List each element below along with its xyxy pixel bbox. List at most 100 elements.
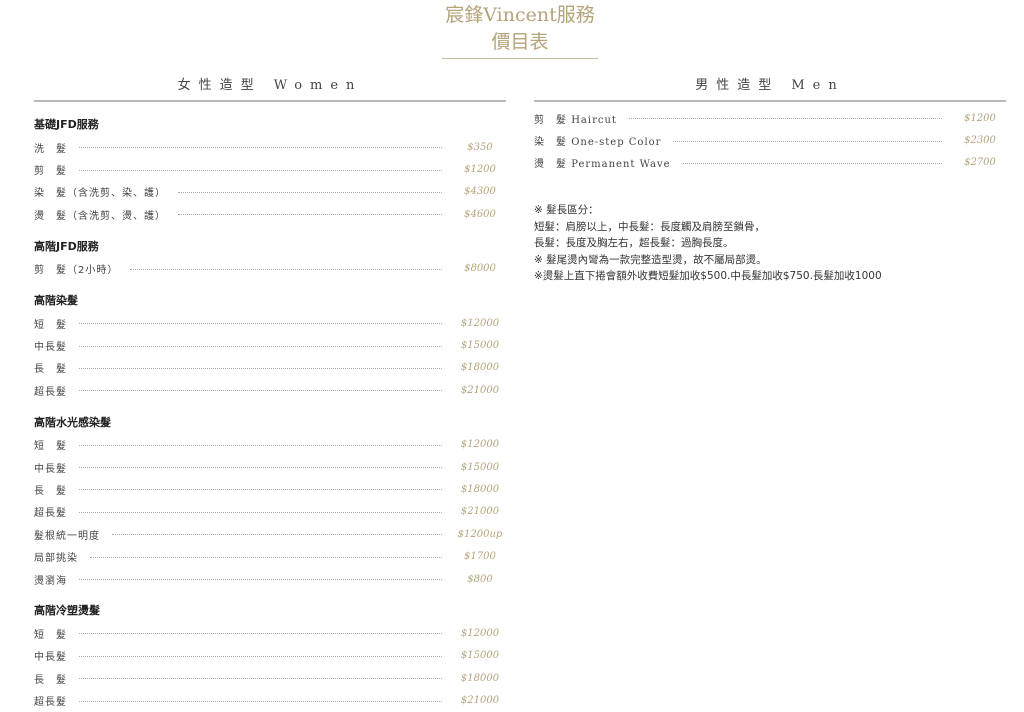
service-name: 燙 髮（含洗剪、燙、護） — [34, 210, 166, 222]
men-heading-divider — [534, 100, 1006, 102]
dotted-leader — [79, 444, 442, 446]
service-price: $1200up — [457, 528, 503, 540]
service-name: 局部挑染 — [34, 553, 78, 565]
service-name-en: Permanent Wave — [571, 159, 671, 171]
service-group: 高階冷塑燙髮短 髮 $12000 中長髮 $15000 長 髮 $18000 超長髮 $210… — [34, 600, 506, 712]
price-list-title: 價目表 — [491, 31, 549, 53]
price-row: 中長髮 $15000 — [34, 334, 506, 356]
dotted-leader — [79, 169, 442, 171]
note-line: ※ 髮尾燙內彎為一款完整造型燙，故不屬局部燙。 — [534, 253, 767, 266]
service-price: $12000 — [460, 627, 500, 639]
dotted-leader — [79, 345, 442, 347]
service-price: $21000 — [460, 384, 500, 396]
price-row: 中長髮 $15000 — [34, 645, 506, 667]
group-title: 高階染髮 — [34, 293, 78, 307]
dotted-leader — [90, 556, 442, 558]
service-group: 高階JFD服務剪 髮（2小時） $8000 — [34, 236, 506, 280]
service-price: $15000 — [460, 650, 500, 662]
price-row: 超長髮 $21000 — [34, 501, 506, 523]
note-line: 短髮：肩膀以上，中長髮：長度觸及肩膀至鎖骨， — [534, 220, 765, 233]
dotted-leader — [79, 578, 442, 581]
price-row: 超長髮 $21000 — [34, 689, 506, 711]
price-row: 長 髮 $18000 — [34, 478, 506, 500]
dotted-leader — [682, 162, 942, 164]
service-name-en: Haircut — [571, 114, 617, 126]
service-price: $21000 — [460, 506, 500, 518]
dotted-leader — [79, 632, 442, 635]
dotted-leader — [79, 655, 442, 657]
service-name: 剪 髮 Haircut — [534, 111, 617, 126]
service-price: $12000 — [460, 317, 500, 329]
dotted-leader — [178, 213, 442, 216]
service-price: $2300 — [964, 135, 996, 147]
price-row: 局部挑染 $1700 — [34, 545, 506, 567]
price-row: 長 髮 $18000 — [34, 667, 506, 689]
service-price: $350 — [467, 141, 493, 153]
service-price: $21000 — [460, 695, 500, 707]
service-price: $4600 — [464, 208, 496, 220]
service-price: $4300 — [464, 186, 496, 198]
note-line: 長髮：長度及胸左右，超長髮：過胸長度。 — [534, 237, 734, 250]
dotted-leader — [79, 367, 442, 369]
service-price: $18000 — [460, 362, 500, 374]
service-name: 染 髮 One-step Color — [534, 133, 661, 148]
dotted-leader — [178, 191, 442, 193]
dotted-leader — [79, 322, 442, 325]
price-row: 長 髮 $18000 — [34, 357, 506, 379]
service-name: 髮根統一明度 — [34, 530, 100, 542]
group-title: 高階冷塑燙髮 — [34, 604, 100, 618]
service-price: $1700 — [464, 551, 496, 563]
service-name: 剪 髮（2小時） — [34, 265, 119, 277]
service-group: 基礎JFD服務洗 髮 $350 剪 髮 $1200 染 髮（含洗剪、染、護） $4300 燙… — [34, 114, 506, 226]
price-row: 燙瀏海 $800 — [34, 568, 506, 590]
dotted-leader — [79, 511, 442, 513]
service-name: 超長髮 — [34, 386, 67, 398]
service-name: 中長髮 — [34, 652, 67, 664]
price-row: 短 髮 $12000 — [34, 434, 506, 456]
title-divider — [442, 58, 598, 59]
group-title: 高階JFD服務 — [34, 239, 99, 253]
price-row: 染 髮（含洗剪、染、護） $4300 — [34, 181, 506, 203]
service-name-zh: 染 髮 — [534, 137, 567, 149]
service-name: 中長髮 — [34, 342, 67, 354]
group-title: 基礎JFD服務 — [34, 118, 99, 131]
price-row: 剪 髮 Haircut $1200 — [534, 107, 1006, 129]
service-name: 長 髮 — [34, 485, 67, 497]
women-column: 女性造型 Women 基礎JFD服務洗 髮 $350 剪 髮 $1200 染 髮（含洗剪… — [34, 76, 506, 712]
service-price: $2700 — [964, 157, 996, 169]
service-price: $800 — [467, 573, 493, 585]
price-row: 超長髮 $21000 — [34, 379, 506, 401]
price-row: 染 髮 One-step Color $2300 — [534, 129, 1006, 151]
men-service-list: 剪 髮 Haircut $1200 染 髮 One-step Color $2300 燙… — [534, 107, 1006, 174]
service-price: $18000 — [460, 483, 500, 495]
page-header: 宸鋒Vincent服務 價目表 — [0, 2, 1024, 59]
dotted-leader — [79, 677, 442, 680]
service-name: 剪 髮 — [34, 166, 67, 178]
price-row: 剪 髮（2小時） $8000 — [34, 258, 506, 280]
dotted-leader — [79, 700, 442, 702]
service-price: $1200 — [464, 164, 496, 176]
dotted-leader — [79, 389, 442, 392]
service-name-en: One-step Color — [571, 137, 662, 149]
men-heading: 男性造型 Men — [695, 78, 845, 93]
women-heading-divider — [34, 100, 506, 102]
price-row: 燙 髮（含洗剪、燙、護） $4600 — [34, 203, 506, 225]
service-name: 中長髮 — [34, 463, 67, 475]
service-name: 長 髮 — [34, 674, 67, 686]
service-name: 長 髮 — [34, 364, 67, 376]
service-group: 高階染髮短 髮 $12000 中長髮 $15000 長 髮 $18000 超長髮 $21000 — [34, 290, 506, 402]
dotted-leader — [112, 533, 442, 536]
note-line: ※ 髮長區分： — [534, 204, 599, 217]
service-group: 高階水光感染髮短 髮 $12000 中長髮 $15000 長 髮 $18000 超長髮 $21… — [34, 412, 506, 591]
service-name: 短 髮 — [34, 441, 67, 453]
service-name: 燙 髮 Permanent Wave — [534, 155, 671, 170]
dotted-leader — [79, 146, 442, 149]
women-service-groups: 基礎JFD服務洗 髮 $350 剪 髮 $1200 染 髮（含洗剪、染、護） $4300 燙… — [34, 114, 506, 712]
men-column: 男性造型 Men 剪 髮 Haircut $1200 染 髮 One-step Co… — [534, 76, 1006, 285]
service-price: $18000 — [460, 672, 500, 684]
service-name: 短 髮 — [34, 319, 67, 331]
dotted-leader — [673, 140, 942, 142]
dotted-leader — [79, 488, 442, 491]
service-price: $12000 — [460, 439, 500, 451]
service-name-zh: 剪 髮 — [534, 114, 567, 126]
